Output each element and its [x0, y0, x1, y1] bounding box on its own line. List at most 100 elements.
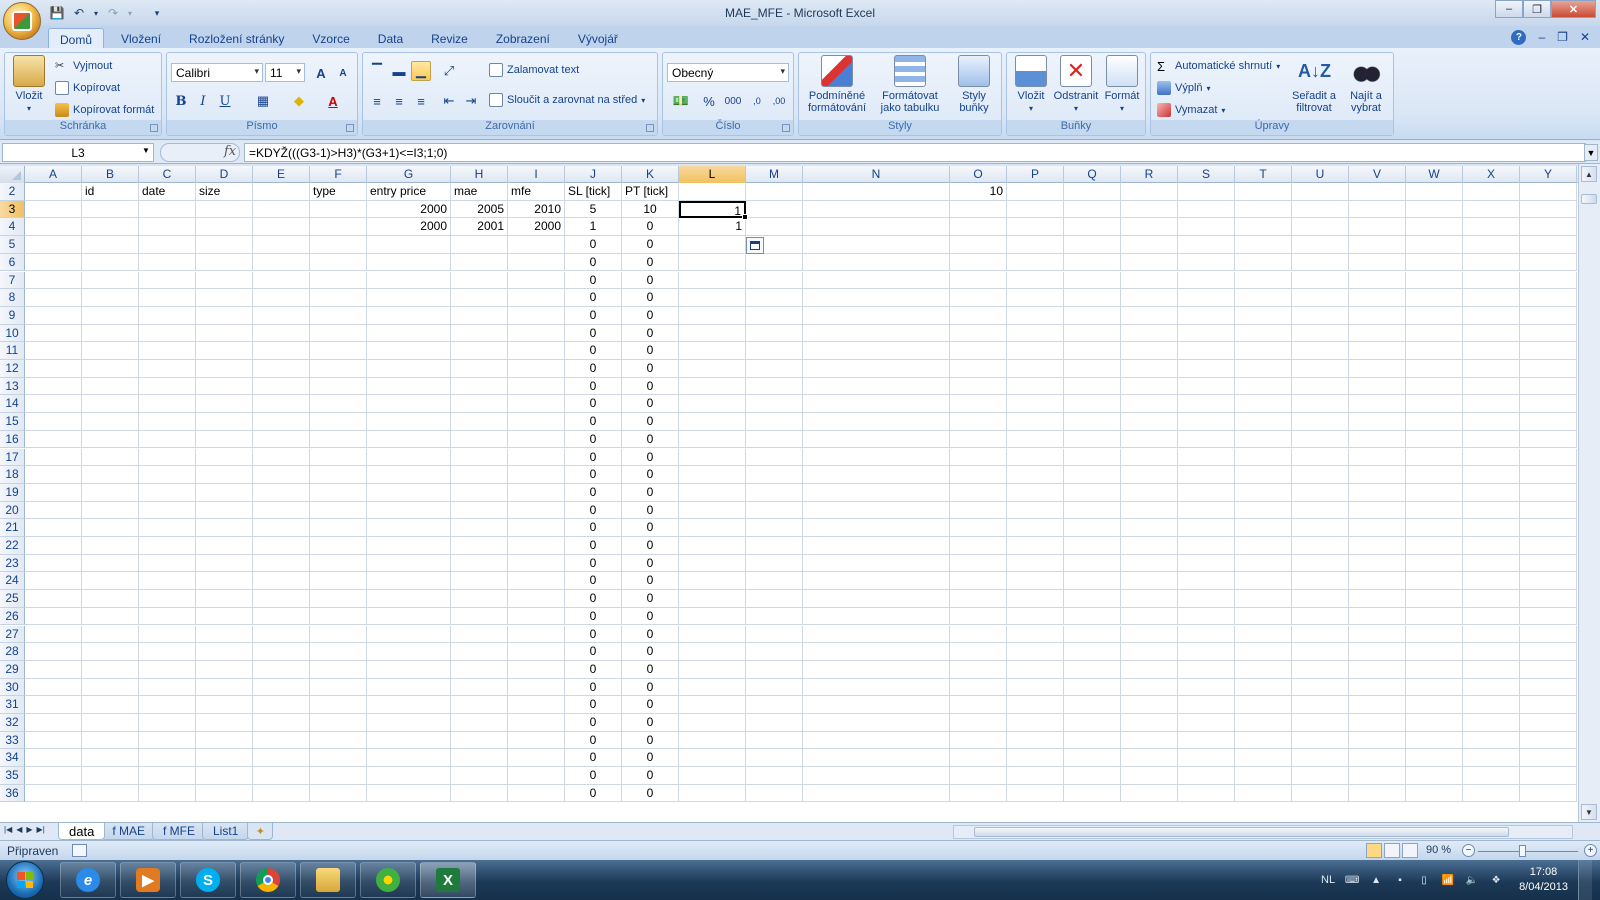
insert-sheet-icon[interactable]: ✦ [247, 823, 274, 840]
worksheet-grid[interactable]: ABCDEFGHIJKLMNOPQRSTUVWXY 2 id date size typ… [0, 166, 1578, 824]
cell-l12[interactable] [679, 360, 746, 378]
cell-d5[interactable] [196, 236, 253, 254]
cell-m32[interactable] [746, 714, 803, 732]
cell-q10[interactable] [1064, 324, 1121, 343]
cell-m28[interactable] [746, 643, 803, 661]
cell-a6[interactable] [25, 253, 82, 272]
cell-i29[interactable] [508, 660, 565, 679]
cell-k28[interactable]: 0 [622, 643, 679, 661]
cell-c22[interactable] [139, 537, 196, 555]
cell-f22[interactable] [310, 537, 367, 555]
cell-j26[interactable]: 0 [565, 607, 622, 626]
cell-a36[interactable] [25, 784, 82, 803]
cell-t36[interactable] [1235, 784, 1292, 803]
cell-t34[interactable] [1235, 749, 1292, 768]
cell-g34[interactable] [367, 749, 451, 768]
cell-h33[interactable] [451, 731, 508, 750]
cell-h13[interactable] [451, 377, 508, 396]
sort-filter-button[interactable]: A↓Z Seřadit a filtrovat [1289, 55, 1339, 114]
cell-l27[interactable] [679, 625, 746, 644]
cell-v3[interactable] [1349, 200, 1406, 219]
cell-u4[interactable] [1292, 218, 1349, 237]
cell-t20[interactable] [1235, 501, 1292, 520]
cell-d29[interactable] [196, 660, 253, 679]
cell-u3[interactable] [1292, 200, 1349, 219]
cell-q28[interactable] [1064, 643, 1121, 661]
tab-developer[interactable]: Vývojář [567, 28, 629, 50]
cell-n5[interactable] [803, 236, 950, 254]
cell-x11[interactable] [1463, 342, 1520, 360]
cell-g6[interactable] [367, 253, 451, 272]
cell-x13[interactable] [1463, 377, 1520, 396]
taskbar-icq[interactable] [360, 862, 416, 898]
cell-m33[interactable] [746, 731, 803, 750]
cell-k24[interactable]: 0 [622, 572, 679, 591]
cell-p28[interactable] [1007, 643, 1064, 661]
cell-c30[interactable] [139, 678, 196, 697]
cell-b26[interactable] [82, 607, 139, 626]
cell-r26[interactable] [1121, 607, 1178, 626]
cell-y28[interactable] [1520, 643, 1577, 661]
cell-b32[interactable] [82, 714, 139, 732]
cell-h11[interactable] [451, 342, 508, 360]
cell-a10[interactable] [25, 324, 82, 343]
cell-v23[interactable] [1349, 554, 1406, 573]
cell-v8[interactable] [1349, 289, 1406, 307]
cell-e3[interactable] [253, 200, 310, 219]
cell-c28[interactable] [139, 643, 196, 661]
cell-j30[interactable]: 0 [565, 678, 622, 697]
sheet-tab-data[interactable]: data [58, 823, 106, 840]
cell-i12[interactable] [508, 360, 565, 378]
cell-s25[interactable] [1178, 590, 1235, 608]
cell-i28[interactable] [508, 643, 565, 661]
cell-t13[interactable] [1235, 377, 1292, 396]
cell-y2[interactable] [1520, 183, 1577, 201]
cell-c11[interactable] [139, 342, 196, 360]
cell-q7[interactable] [1064, 271, 1121, 290]
cell-j14[interactable]: 0 [565, 395, 622, 414]
cell-e18[interactable] [253, 466, 310, 484]
cell-j22[interactable]: 0 [565, 537, 622, 555]
shrink-font-button[interactable]: A [333, 63, 353, 83]
zoom-out-icon[interactable]: − [1462, 844, 1475, 857]
cell-j25[interactable]: 0 [565, 590, 622, 608]
cell-u25[interactable] [1292, 590, 1349, 608]
cell-e28[interactable] [253, 643, 310, 661]
cell-u24[interactable] [1292, 572, 1349, 591]
cell-n32[interactable] [803, 714, 950, 732]
cell-d19[interactable] [196, 483, 253, 502]
cell-k19[interactable]: 0 [622, 483, 679, 502]
cell-p11[interactable] [1007, 342, 1064, 360]
cell-q25[interactable] [1064, 590, 1121, 608]
cell-u28[interactable] [1292, 643, 1349, 661]
cell-f27[interactable] [310, 625, 367, 644]
cell-w11[interactable] [1406, 342, 1463, 360]
cell-h30[interactable] [451, 678, 508, 697]
cell-g15[interactable] [367, 413, 451, 431]
cell-v15[interactable] [1349, 413, 1406, 431]
cell-d14[interactable] [196, 395, 253, 414]
cell-q20[interactable] [1064, 501, 1121, 520]
cell-m9[interactable] [746, 306, 803, 325]
cell-e26[interactable] [253, 607, 310, 626]
cell-y19[interactable] [1520, 483, 1577, 502]
cell-x36[interactable] [1463, 784, 1520, 803]
cell-l8[interactable] [679, 289, 746, 307]
cell-k6[interactable]: 0 [622, 253, 679, 272]
cell-h15[interactable] [451, 413, 508, 431]
cell-y11[interactable] [1520, 342, 1577, 360]
cell-s21[interactable] [1178, 519, 1235, 537]
cell-t33[interactable] [1235, 731, 1292, 750]
clipboard-launcher-icon[interactable] [150, 124, 158, 132]
tab-page-layout[interactable]: Rozložení stránky [178, 28, 295, 50]
cell-o36[interactable] [950, 784, 1007, 803]
cell-p33[interactable] [1007, 731, 1064, 750]
cell-o8[interactable] [950, 289, 1007, 307]
cell-c12[interactable] [139, 360, 196, 378]
cell-k20[interactable]: 0 [622, 501, 679, 520]
cell-o6[interactable] [950, 253, 1007, 272]
cell-c36[interactable] [139, 784, 196, 803]
cell-l13[interactable] [679, 377, 746, 396]
cell-b30[interactable] [82, 678, 139, 697]
cell-s22[interactable] [1178, 537, 1235, 555]
